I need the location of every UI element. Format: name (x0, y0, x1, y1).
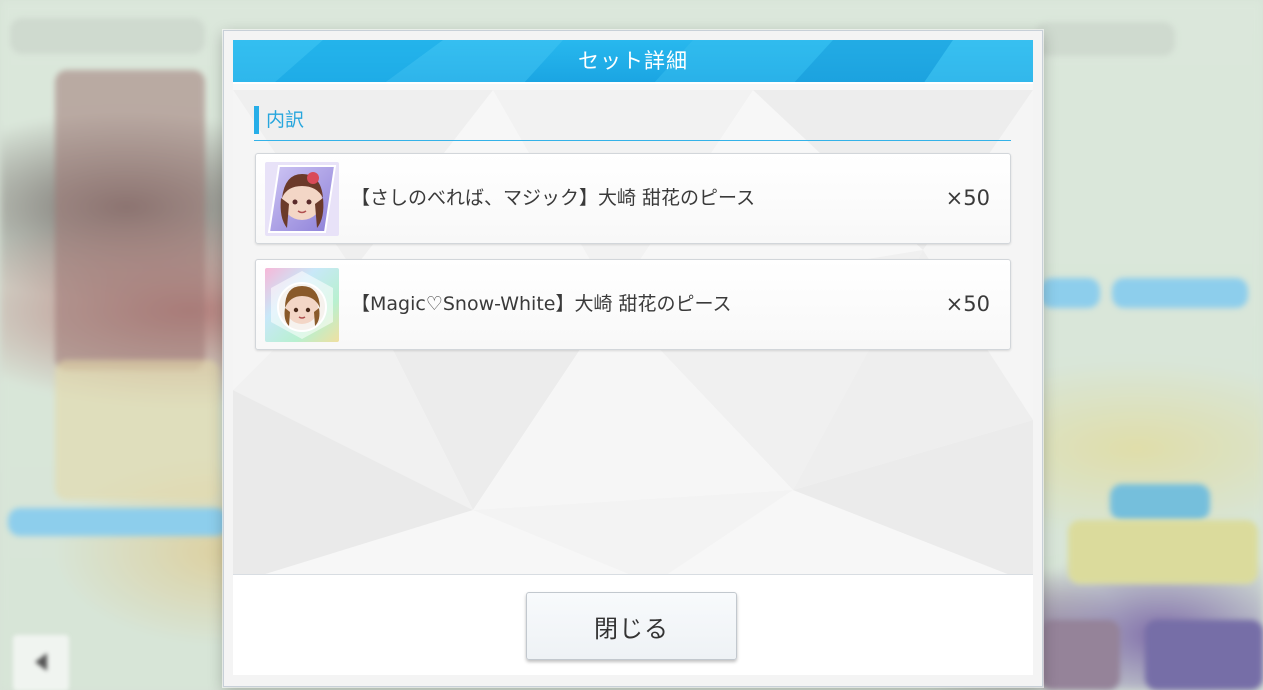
item-quantity: ×50 (945, 186, 990, 210)
item-quantity: ×50 (945, 292, 990, 316)
list-item: 【Magic♡Snow-White】大崎 甜花のピース ×50 (255, 259, 1011, 350)
close-button[interactable]: 閉じる (526, 592, 737, 660)
dialog-title-bar: セット詳細 (233, 40, 1033, 84)
set-detail-dialog: セット詳細 内訳 【さしのべれば、マジック】大崎 甜花のピース ×50 【Mag… (223, 30, 1043, 687)
character-piece-icon (265, 268, 339, 342)
back-arrow-icon (35, 653, 47, 671)
item-list: 【さしのべれば、マジック】大崎 甜花のピース ×50 【Magic♡Snow-W… (255, 153, 1011, 365)
section-label: 内訳 (266, 109, 305, 131)
item-name: 【Magic♡Snow-White】大崎 甜花のピース (351, 293, 732, 315)
dialog-title: セット詳細 (578, 49, 688, 73)
section-header: 内訳 (254, 104, 1011, 141)
item-name: 【さしのべれば、マジック】大崎 甜花のピース (351, 187, 756, 209)
list-item: 【さしのべれば、マジック】大崎 甜花のピース ×50 (255, 153, 1011, 244)
character-piece-icon (265, 162, 339, 236)
back-button (13, 635, 69, 690)
section-marker (254, 106, 259, 134)
dialog-body: セット詳細 内訳 【さしのべれば、マジック】大崎 甜花のピース ×50 【Mag… (233, 40, 1033, 675)
dialog-footer: 閉じる (233, 574, 1033, 675)
